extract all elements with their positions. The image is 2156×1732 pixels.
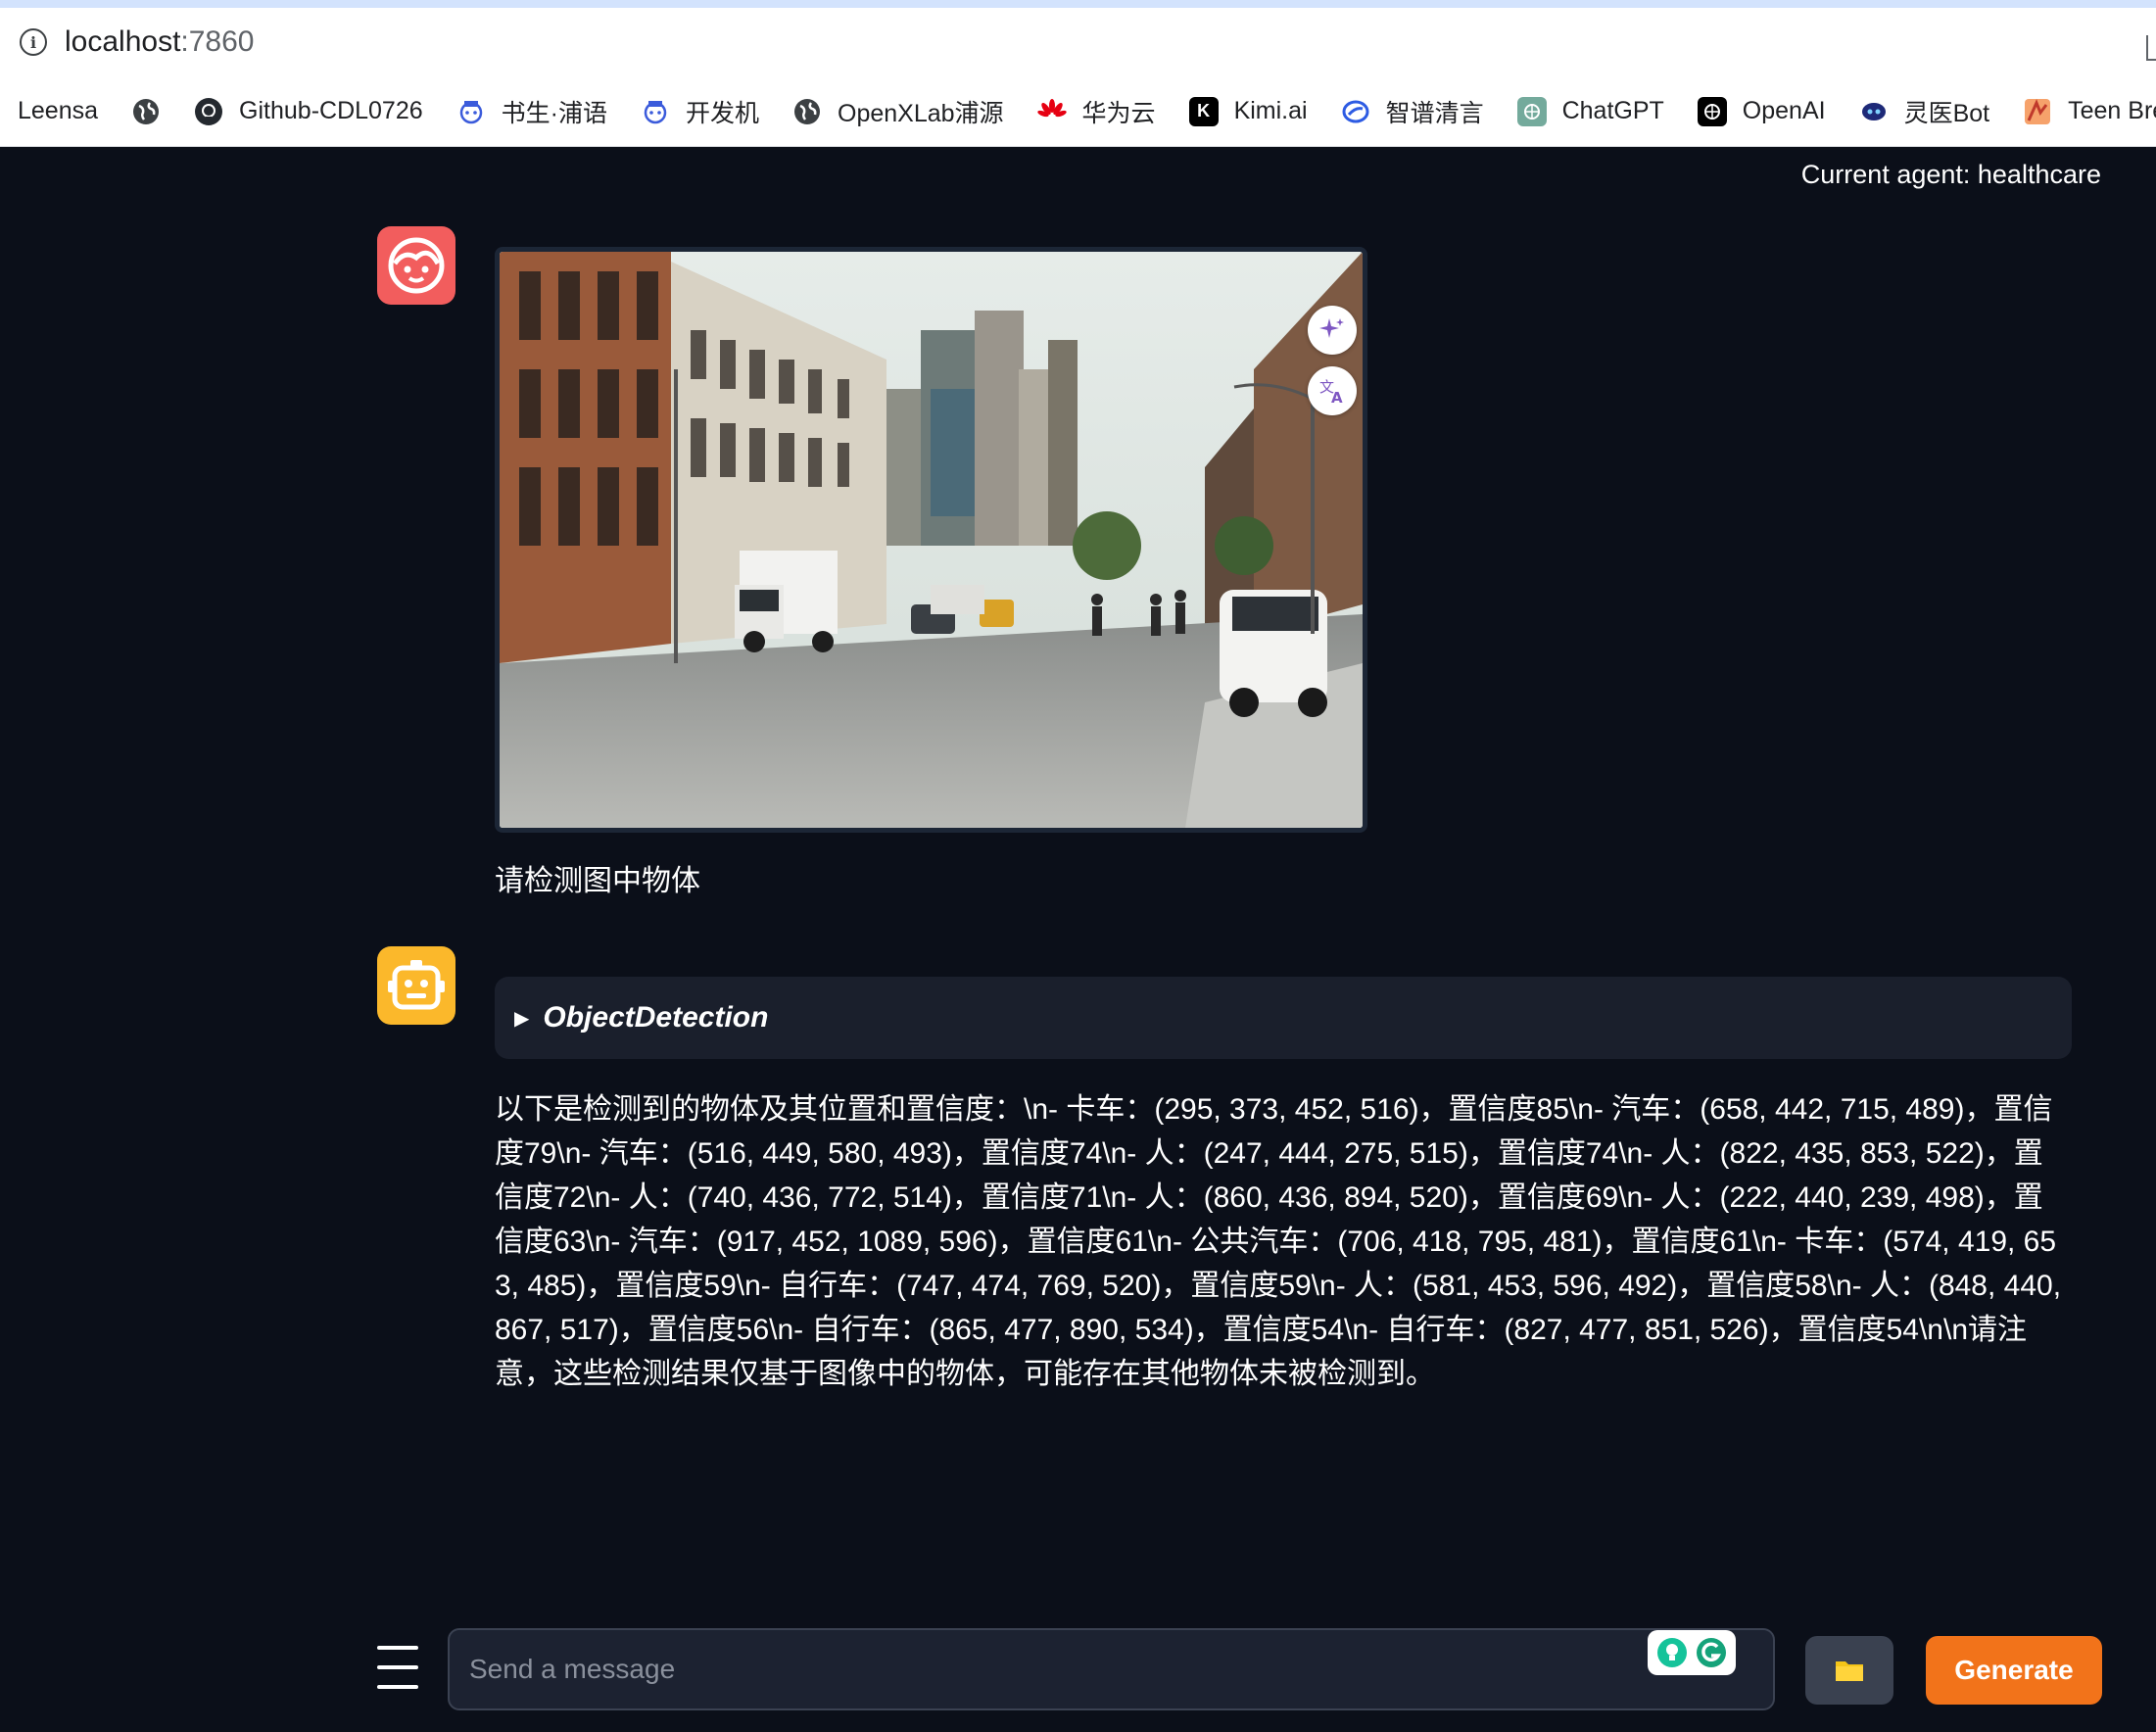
site-info-icon[interactable]: i bbox=[20, 28, 47, 56]
kimi-icon: K bbox=[1188, 96, 1219, 126]
bookmark-teen[interactable]: Teen Brea bbox=[2023, 97, 2156, 126]
bookmark-label: Github-CDL0726 bbox=[239, 97, 423, 124]
bookmark-globe[interactable] bbox=[131, 97, 161, 126]
browser-tab-strip bbox=[0, 0, 2156, 8]
bookmark-label: OpenXLab浦源 bbox=[838, 99, 1004, 127]
bookmark-chatgpt[interactable]: ChatGPT bbox=[1516, 96, 1664, 126]
expand-triangle-icon: ▶ bbox=[514, 1007, 530, 1030]
bookmark-openxlab[interactable]: OpenXLab浦源 bbox=[792, 94, 1004, 129]
bot-avatar bbox=[377, 946, 455, 1025]
bookmark-github[interactable]: Github-CDL0726 bbox=[194, 97, 423, 126]
bookmark-shusheng[interactable]: 书生·浦语 bbox=[456, 94, 607, 129]
github-icon bbox=[194, 97, 223, 126]
bookmark-huawei[interactable]: 华为云 bbox=[1036, 94, 1156, 129]
bookmark-label: 灵医Bot bbox=[1903, 99, 1990, 127]
svg-text:A: A bbox=[1331, 389, 1343, 407]
hamburger-icon-line bbox=[377, 1665, 418, 1669]
lightbulb-icon bbox=[1657, 1638, 1687, 1667]
bookmark-label: OpenAI bbox=[1742, 97, 1826, 124]
tool-call-accordion[interactable]: ▶ ObjectDetection bbox=[495, 977, 2072, 1059]
menu-button[interactable] bbox=[377, 1646, 418, 1689]
user-message-text: 请检测图中物体 bbox=[495, 865, 700, 897]
current-agent-label: Current agent: healthcare bbox=[1800, 160, 2101, 189]
teen-icon bbox=[2023, 97, 2052, 126]
address-bar[interactable]: i localhost:7860 bbox=[0, 8, 2156, 76]
globe-icon bbox=[792, 97, 822, 126]
zhipu-icon bbox=[1341, 97, 1370, 126]
bookmark-label: 开发机 bbox=[685, 99, 759, 127]
hamburger-icon-line bbox=[377, 1646, 418, 1650]
upload-file-button[interactable] bbox=[1805, 1636, 1893, 1705]
url-host: localhost bbox=[65, 25, 181, 58]
bookmark-leensa[interactable]: Leensa bbox=[18, 97, 98, 125]
bookmark-label: Teen Brea bbox=[2068, 97, 2156, 124]
hamburger-icon-line bbox=[377, 1685, 418, 1689]
message-input[interactable] bbox=[448, 1628, 1775, 1710]
bookmark-label: 书生·浦语 bbox=[501, 99, 607, 127]
translate-button[interactable]: 文 A bbox=[1308, 366, 1357, 415]
uploaded-street-photo: 文 A bbox=[495, 247, 1367, 833]
bookmark-label: ChatGPT bbox=[1561, 97, 1664, 124]
grammarly-icon bbox=[1697, 1638, 1726, 1667]
chatgpt-icon bbox=[1516, 96, 1547, 126]
ai-sparkle-button[interactable] bbox=[1308, 306, 1357, 355]
bot-message-text: 以下是检测到的物体及其位置和置信度：\n- 卡车：(295, 373, 452,… bbox=[495, 1093, 2062, 1390]
face-icon bbox=[388, 237, 445, 294]
sparkle-icon bbox=[1319, 318, 1344, 338]
user-avatar bbox=[377, 226, 455, 305]
folder-icon bbox=[1836, 1661, 1863, 1681]
intern-icon bbox=[456, 97, 486, 126]
bot-icon bbox=[1859, 97, 1889, 126]
bookmark-label: Leensa bbox=[18, 97, 99, 124]
openai-icon bbox=[1697, 96, 1727, 126]
globe-icon bbox=[131, 97, 161, 126]
generate-button[interactable]: Generate bbox=[1926, 1636, 2102, 1705]
bookmark-kimi[interactable]: K Kimi.ai bbox=[1188, 96, 1308, 126]
bookmarks-bar: Leensa Github-CDL0726 书生·浦语 开发机 OpenXLab… bbox=[0, 76, 2156, 147]
huawei-icon bbox=[1036, 97, 1067, 126]
bookmark-zhipu[interactable]: 智谱清言 bbox=[1341, 94, 1484, 129]
bookmark-label: 智谱清言 bbox=[1385, 99, 1484, 127]
grammarly-badge[interactable] bbox=[1648, 1630, 1736, 1675]
robot-icon bbox=[388, 960, 445, 1010]
window-edge-icon bbox=[2146, 35, 2156, 61]
bookmark-label: 华为云 bbox=[1081, 99, 1156, 127]
bookmark-kaifaji[interactable]: 开发机 bbox=[641, 94, 759, 129]
translate-icon: 文 A bbox=[1319, 378, 1343, 407]
tool-name-label: ObjectDetection bbox=[543, 1001, 769, 1034]
url-text[interactable]: localhost:7860 bbox=[65, 25, 254, 59]
bookmark-lingyibot[interactable]: 灵医Bot bbox=[1859, 94, 1990, 129]
intern-icon bbox=[641, 97, 670, 126]
bookmark-openai[interactable]: OpenAI bbox=[1697, 96, 1826, 126]
bookmark-label: Kimi.ai bbox=[1233, 97, 1308, 124]
url-port: :7860 bbox=[180, 25, 255, 58]
